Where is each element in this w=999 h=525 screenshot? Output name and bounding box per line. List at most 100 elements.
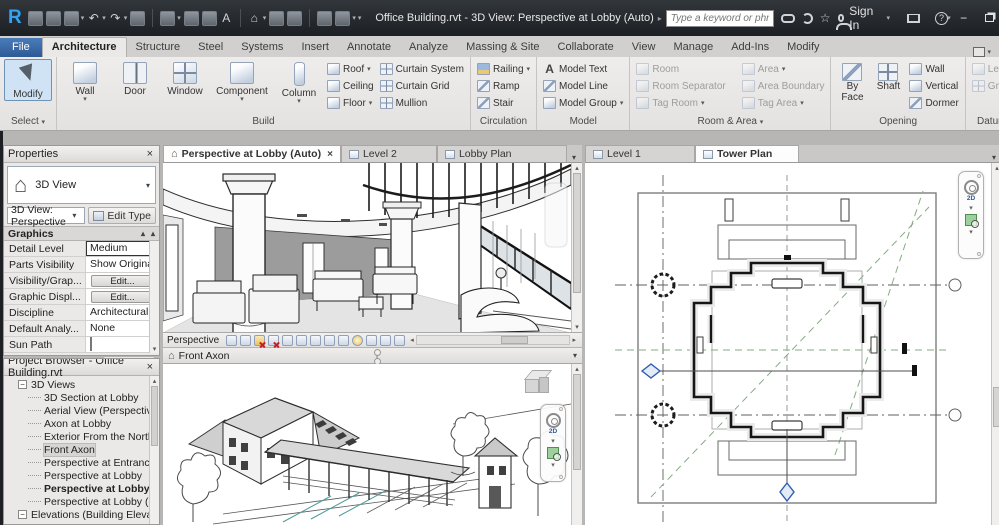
sun-path-checkbox[interactable] [90, 337, 92, 351]
tree-node-3d-views[interactable]: −3D Views [8, 378, 159, 391]
restore-button[interactable] [977, 7, 999, 29]
view-tab-tower-plan[interactable]: Tower Plan [695, 145, 799, 162]
collapse-icon[interactable]: − [18, 380, 27, 389]
wall-opening-button[interactable]: Wall [907, 61, 960, 77]
view-tab-level1[interactable]: Level 1 [585, 145, 695, 162]
communication-center-icon[interactable] [801, 12, 813, 24]
ribbon-state-caret-icon[interactable]: ▾ [987, 48, 991, 56]
visibility-edit-button[interactable]: Edit... [90, 274, 155, 287]
ribbon-state-icon[interactable] [973, 47, 986, 57]
model-text-button[interactable]: A Model Text [541, 61, 625, 77]
navigation-bar[interactable]: 2D ▾ ▾ [958, 171, 984, 259]
scroll-up-icon[interactable]: ▴ [151, 229, 155, 238]
reveal-hidden-elements-icon[interactable] [338, 334, 350, 346]
3d-view-caret-icon[interactable]: ▾ [263, 14, 267, 22]
sync-icon[interactable] [63, 10, 79, 26]
tower-plan-view[interactable]: 2D ▾ ▾ ▴ [585, 163, 999, 525]
tab-architecture[interactable]: Architecture [41, 37, 127, 57]
panel-label-room-area[interactable]: Room & Area ▾ [630, 116, 830, 130]
worksharing-display-icon[interactable] [380, 334, 392, 346]
axon-vscrollbar[interactable]: ▴ [571, 364, 582, 525]
property-row[interactable]: Sun Path [4, 337, 159, 353]
grid-button[interactable]: Grid [970, 78, 999, 94]
search-input[interactable] [665, 9, 774, 27]
vertical-opening-button[interactable]: Vertical [907, 78, 960, 94]
window-button[interactable]: Window [161, 59, 209, 97]
sign-in-caret-icon[interactable]: ▾ [887, 14, 891, 22]
property-row[interactable]: Default Analy... None [4, 321, 159, 337]
save-icon[interactable] [45, 10, 61, 26]
tree-item[interactable]: Axon at Lobby [8, 417, 159, 430]
temporary-hide-isolate-icon[interactable] [324, 334, 336, 346]
scroll-up-icon[interactable]: ▴ [150, 377, 159, 385]
tree-item[interactable]: Exterior From the North [8, 430, 159, 443]
panel-label-build[interactable]: Build [57, 116, 470, 130]
scale-label[interactable]: Perspective [167, 335, 219, 346]
switch-windows-icon[interactable] [335, 10, 351, 26]
open-icon[interactable] [27, 10, 43, 26]
filter-dropdown[interactable]: 3D View: Perspective ▾ [7, 204, 86, 228]
panel-label-opening[interactable]: Opening [831, 116, 964, 130]
close-properties-icon[interactable]: × [145, 148, 155, 160]
tab-collaborate[interactable]: Collaborate [549, 38, 623, 57]
mullion-button[interactable]: Mullion [378, 95, 466, 111]
railing-button[interactable]: Railing ▾ [475, 61, 532, 77]
section-icon[interactable] [269, 10, 285, 26]
title-caret-icon[interactable]: ▸ [658, 14, 662, 23]
properties-scrollbar[interactable]: ▾ [149, 241, 159, 353]
area-button[interactable]: Area ▾ [740, 61, 827, 77]
close-view-tab-icon[interactable]: × [327, 149, 333, 160]
tree-item[interactable]: Perspective at Lobby (Unc [8, 495, 159, 508]
tag-icon[interactable] [201, 10, 217, 26]
zoom-icon[interactable] [965, 214, 979, 228]
tab-addins[interactable]: Add-Ins [722, 38, 778, 57]
crop-size-icon[interactable] [226, 334, 238, 346]
front-axon-view[interactable]: 2D ▾ ▾ ▴ [163, 364, 582, 525]
steering-wheel-icon[interactable] [545, 413, 561, 428]
switch-windows-caret-icon[interactable]: ▾ [352, 14, 356, 22]
thin-lines-icon[interactable] [287, 10, 303, 26]
tree-item[interactable]: East [8, 521, 159, 525]
splitter-grip[interactable] [373, 349, 381, 362]
plan-vscrollbar[interactable]: ▴ [991, 163, 999, 525]
minimize-button[interactable]: − [951, 7, 977, 29]
scroll-down-icon[interactable]: ▾ [572, 323, 582, 331]
curtain-system-button[interactable]: Curtain System [378, 61, 466, 77]
wheel-caret-icon[interactable]: ▾ [959, 204, 983, 212]
scroll-left-icon[interactable]: ◂ [408, 336, 416, 344]
graphics-group-header[interactable]: Graphics ▴ ▴ [4, 226, 159, 241]
customize-qat-icon[interactable]: ▾ [358, 14, 362, 22]
steering-wheel-icon[interactable] [963, 180, 979, 195]
close-hidden-windows-icon[interactable] [317, 10, 333, 26]
tab-structure[interactable]: Structure [127, 38, 190, 57]
viewcube[interactable] [522, 370, 556, 400]
ceiling-button[interactable]: Ceiling [325, 78, 376, 94]
tree-item[interactable]: 3D Section at Lobby [8, 391, 159, 404]
property-row[interactable]: Visibility/Grap... Edit... [4, 273, 159, 289]
model-line-button[interactable]: Model Line [541, 78, 625, 94]
show-crop-region-icon[interactable] [296, 334, 308, 346]
zoom-icon[interactable] [547, 447, 561, 461]
tab-annotate[interactable]: Annotate [338, 38, 400, 57]
ramp-button[interactable]: Ramp [475, 78, 532, 94]
scroll-right-icon[interactable]: ▸ [570, 336, 578, 344]
redo-caret-icon[interactable]: ▾ [124, 14, 128, 22]
tab-manage[interactable]: Manage [664, 38, 722, 57]
shaft-button[interactable]: Shaft [871, 59, 905, 92]
collapse-group-icon[interactable]: ▴ [141, 229, 145, 238]
navigation-bar[interactable]: 2D ▾ ▾ [540, 404, 566, 482]
scroll-up-icon[interactable]: ▴ [572, 365, 582, 373]
tab-systems[interactable]: Systems [232, 38, 292, 57]
tab-steel[interactable]: Steel [189, 38, 232, 57]
temporary-view-properties-icon[interactable] [352, 334, 364, 346]
shadows-off-icon[interactable] [268, 334, 280, 346]
property-row[interactable]: Discipline Architectural [4, 305, 159, 321]
wheel-caret-icon[interactable]: ▾ [541, 437, 565, 445]
collapse-icon[interactable]: − [18, 510, 27, 519]
browser-scrollbar[interactable]: ▴ [149, 376, 159, 524]
panel-label-model[interactable]: Model [537, 116, 629, 130]
zoom-caret-icon[interactable]: ▾ [959, 228, 983, 236]
redo-icon[interactable]: ↷ [109, 11, 122, 26]
scroll-down-icon[interactable]: ▾ [150, 345, 159, 353]
floor-button[interactable]: Floor ▾ [325, 95, 376, 111]
